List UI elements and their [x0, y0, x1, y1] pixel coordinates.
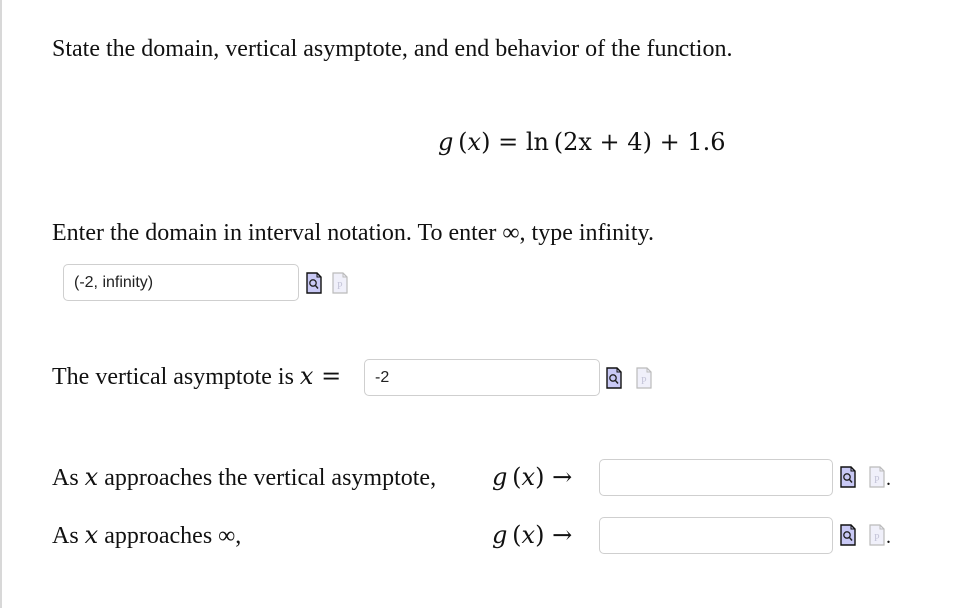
svg-text:P: P: [641, 376, 647, 387]
label-prefix: As: [52, 465, 85, 491]
fn-name: g: [492, 463, 508, 491]
fn-var: x: [521, 463, 536, 491]
math-palette-icon[interactable]: P: [869, 524, 885, 546]
domain-answer-input[interactable]: [63, 264, 299, 301]
ln-text: ln: [525, 128, 549, 156]
left-border-divider: [0, 0, 2, 608]
end-behavior-label-2: As x approaches ∞,: [52, 521, 241, 550]
asymptote-answer-input[interactable]: [364, 359, 600, 396]
svg-text:P: P: [874, 533, 880, 544]
constant-term: + 1.6: [659, 128, 726, 156]
end-behavior-function-1: g (x) →: [492, 463, 573, 491]
end-behavior-label-1: As x approaches the vertical asymptote,: [52, 463, 436, 492]
function-variable: x: [467, 128, 482, 156]
trailing-period: .: [886, 468, 891, 490]
right-arrow-icon: →: [552, 463, 573, 491]
trailing-period: .: [886, 526, 891, 548]
function-equation: g (x) = ln (2x + 4) + 1.6: [438, 128, 726, 156]
preview-magnifier-icon[interactable]: [840, 466, 856, 488]
preview-magnifier-icon[interactable]: [306, 272, 322, 294]
label-prefix: As: [52, 523, 85, 549]
label-variable: x: [84, 463, 99, 491]
end-behavior-function-2: g (x) →: [492, 521, 573, 549]
asymptote-variable: x: [299, 362, 314, 390]
function-name: g: [438, 128, 454, 156]
preview-magnifier-icon[interactable]: [840, 524, 856, 546]
math-palette-icon[interactable]: P: [332, 272, 348, 294]
asymptote-label-text: The vertical asymptote is: [52, 364, 300, 390]
math-palette-icon[interactable]: P: [636, 367, 652, 389]
domain-instruction-text: Enter the domain in interval notation. T…: [52, 220, 503, 246]
domain-instruction-text-end: , type infinity.: [519, 220, 654, 246]
equals-sign: =: [321, 362, 342, 390]
svg-text:P: P: [337, 281, 343, 292]
label-suffix: approaches ∞,: [98, 523, 242, 549]
question-prompt: State the domain, vertical asymptote, an…: [52, 36, 733, 62]
end-behavior-asymptote-input[interactable]: [599, 459, 833, 496]
end-behavior-infinity-input[interactable]: [599, 517, 833, 554]
right-arrow-icon: →: [552, 521, 573, 549]
preview-magnifier-icon[interactable]: [606, 367, 622, 389]
fn-name: g: [492, 521, 508, 549]
infinity-symbol: ∞: [502, 220, 520, 246]
math-palette-icon[interactable]: P: [869, 466, 885, 488]
domain-instruction: Enter the domain in interval notation. T…: [52, 220, 654, 247]
label-variable: x: [84, 521, 99, 549]
fn-var: x: [521, 521, 536, 549]
asymptote-label: The vertical asymptote is x =: [52, 362, 341, 391]
svg-text:P: P: [874, 475, 880, 486]
label-suffix: approaches the vertical asymptote,: [98, 465, 437, 491]
ln-argument: 2x + 4: [563, 128, 643, 156]
